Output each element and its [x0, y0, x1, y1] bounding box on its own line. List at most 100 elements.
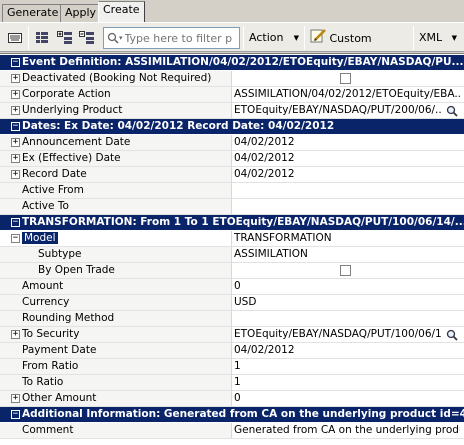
collapse-icon[interactable]: − — [11, 122, 20, 131]
expand-all-icon[interactable] — [56, 27, 74, 49]
collapse-icon[interactable]: − — [11, 58, 20, 67]
property-row[interactable]: − Model TRANSFORMATION — [0, 231, 464, 247]
property-label-cell — [0, 263, 232, 278]
section-title: Dates: Ex Date: 04/02/2012 Record Date: … — [22, 120, 335, 132]
property-label: Deactivated (Booking Not Required) — [22, 72, 212, 84]
property-value[interactable]: USD — [234, 296, 460, 308]
property-row[interactable]: + To Security ETOEquity/EBAY/NASDAQ/PUT/10… — [0, 327, 464, 343]
magnifier-icon[interactable] — [446, 105, 458, 120]
property-label: Subtype — [38, 248, 82, 260]
property-label: Payment Date — [22, 344, 97, 356]
property-label: Corporate Action — [22, 88, 111, 100]
property-label: From Ratio — [22, 360, 79, 372]
collapse-icon[interactable]: − — [11, 410, 20, 419]
action-dropdown[interactable]: Action ▼ — [249, 27, 301, 49]
checkbox[interactable] — [340, 73, 351, 84]
property-row[interactable]: + Corporate Action ASSIMILATION/04/02/2012… — [0, 87, 464, 103]
property-value[interactable]: ETOEquity/EBAY/NASDAQ/PUT/200/06/... — [234, 104, 442, 116]
checkbox[interactable] — [340, 265, 351, 276]
property-row[interactable]: From Ratio 1 — [0, 359, 464, 375]
section-header[interactable]: − Event Definition: ASSIMILATION/04/02/20… — [0, 55, 464, 71]
property-value[interactable]: ASSIMILATION — [234, 248, 460, 260]
property-value[interactable]: 1 — [234, 360, 460, 372]
property-value[interactable]: 04/02/2012 — [234, 152, 460, 164]
property-label: Comment — [22, 424, 74, 436]
property-value[interactable]: ETOEquity/EBAY/NASDAQ/PUT/100/06/14/... — [234, 328, 442, 340]
property-label: Announcement Date — [22, 136, 131, 148]
section-header[interactable]: − Dates: Ex Date: 04/02/2012 Record Date:… — [0, 119, 464, 135]
tab-generate[interactable]: Generate — [2, 4, 64, 22]
custom-data-button[interactable]: Custom Data... — [310, 27, 410, 68]
property-label: Currency — [22, 296, 70, 308]
property-row[interactable]: + Underlying Product ETOEquity/EBAY/NASDAQ… — [0, 103, 464, 119]
pencil-icon — [310, 27, 326, 51]
property-value[interactable]: 04/02/2012 — [234, 344, 460, 356]
property-row[interactable]: Active To — [0, 199, 464, 215]
section-header[interactable]: − TRANSFORMATION: From 1 To 1 ETOEquity/E… — [0, 215, 464, 231]
tab-strip: Generate Apply Create — [0, 0, 464, 22]
expand-icon[interactable]: + — [11, 170, 20, 179]
property-label: Rounding Method — [22, 312, 115, 324]
collapse-icon[interactable]: − — [11, 234, 20, 243]
property-row[interactable]: By Open Trade — [0, 263, 464, 279]
property-value[interactable]: 0 — [234, 392, 460, 404]
expand-icon[interactable]: + — [11, 394, 20, 403]
tab-create[interactable]: Create — [98, 1, 145, 22]
property-value[interactable]: ASSIMILATION/04/02/2012/ETOEquity/EBA... — [234, 88, 460, 100]
toolbar: ▾ Action ▼ Custom Data... XML ▼ — [0, 22, 464, 68]
property-value[interactable]: 0 — [234, 280, 460, 292]
property-row[interactable]: Amount 0 — [0, 279, 464, 295]
property-row[interactable]: Active From — [0, 183, 464, 199]
property-row[interactable]: Subtype ASSIMILATION — [0, 247, 464, 263]
property-row[interactable]: + Other Amount 0 — [0, 391, 464, 407]
section-title: Event Definition: ASSIMILATION/04/02/201… — [22, 56, 464, 68]
property-row[interactable]: Rounding Method — [0, 311, 464, 327]
format-dropdown[interactable]: XML ▼ — [419, 27, 459, 49]
expand-icon[interactable]: + — [11, 138, 20, 147]
property-label: Other Amount — [22, 392, 97, 404]
property-label: Amount — [22, 280, 64, 292]
chevron-down-icon: ▼ — [451, 34, 457, 42]
property-row[interactable]: To Ratio 1 — [0, 375, 464, 391]
list-view-icon[interactable] — [33, 27, 51, 49]
filter-input[interactable] — [122, 31, 235, 45]
property-label: To Ratio — [22, 376, 64, 388]
collapse-all-icon[interactable] — [78, 27, 96, 49]
keyboard-icon[interactable] — [5, 27, 25, 49]
property-row[interactable]: + Announcement Date 04/02/2012 — [0, 135, 464, 151]
property-value[interactable]: 04/02/2012 — [234, 168, 460, 180]
property-row[interactable]: + Record Date 04/02/2012 — [0, 167, 464, 183]
property-value[interactable]: Generated from CA on the underlying prod… — [234, 424, 460, 436]
property-row[interactable]: Comment Generated from CA on the underlyi… — [0, 423, 464, 439]
expand-icon[interactable]: + — [11, 154, 20, 163]
property-value[interactable]: 04/02/2012 — [234, 136, 460, 148]
property-label: Active To — [22, 200, 69, 212]
expand-icon[interactable]: + — [11, 106, 20, 115]
magnifier-icon[interactable] — [446, 329, 458, 344]
property-label: Active From — [22, 184, 84, 196]
filter-search-box[interactable]: ▾ — [103, 27, 240, 49]
expand-icon[interactable]: + — [11, 74, 20, 83]
property-value[interactable]: 1 — [234, 376, 460, 388]
search-icon — [107, 32, 119, 44]
section-header[interactable]: − Additional Information: Generated from … — [0, 407, 464, 423]
property-label-cell — [0, 247, 232, 262]
section-title: Additional Information: Generated from C… — [22, 408, 464, 420]
format-label: XML — [419, 31, 443, 44]
property-row[interactable]: + Deactivated (Booking Not Required) — [0, 71, 464, 87]
property-label: Underlying Product — [22, 104, 123, 116]
chevron-down-icon: ▼ — [293, 34, 299, 42]
property-row[interactable]: + Ex (Effective) Date 04/02/2012 — [0, 151, 464, 167]
property-row[interactable]: Payment Date 04/02/2012 — [0, 343, 464, 359]
collapse-icon[interactable]: − — [11, 218, 20, 227]
property-label: To Security — [22, 328, 80, 340]
tab-apply[interactable]: Apply — [60, 4, 102, 22]
section-title: TRANSFORMATION: From 1 To 1 ETOEquity/EB… — [22, 216, 464, 228]
property-value[interactable]: TRANSFORMATION — [234, 232, 460, 244]
property-label: Record Date — [22, 168, 87, 180]
expand-icon[interactable]: + — [11, 330, 20, 339]
property-row[interactable]: Currency USD — [0, 295, 464, 311]
property-label: By Open Trade — [38, 264, 115, 276]
action-label: Action — [249, 31, 284, 44]
expand-icon[interactable]: + — [11, 90, 20, 99]
